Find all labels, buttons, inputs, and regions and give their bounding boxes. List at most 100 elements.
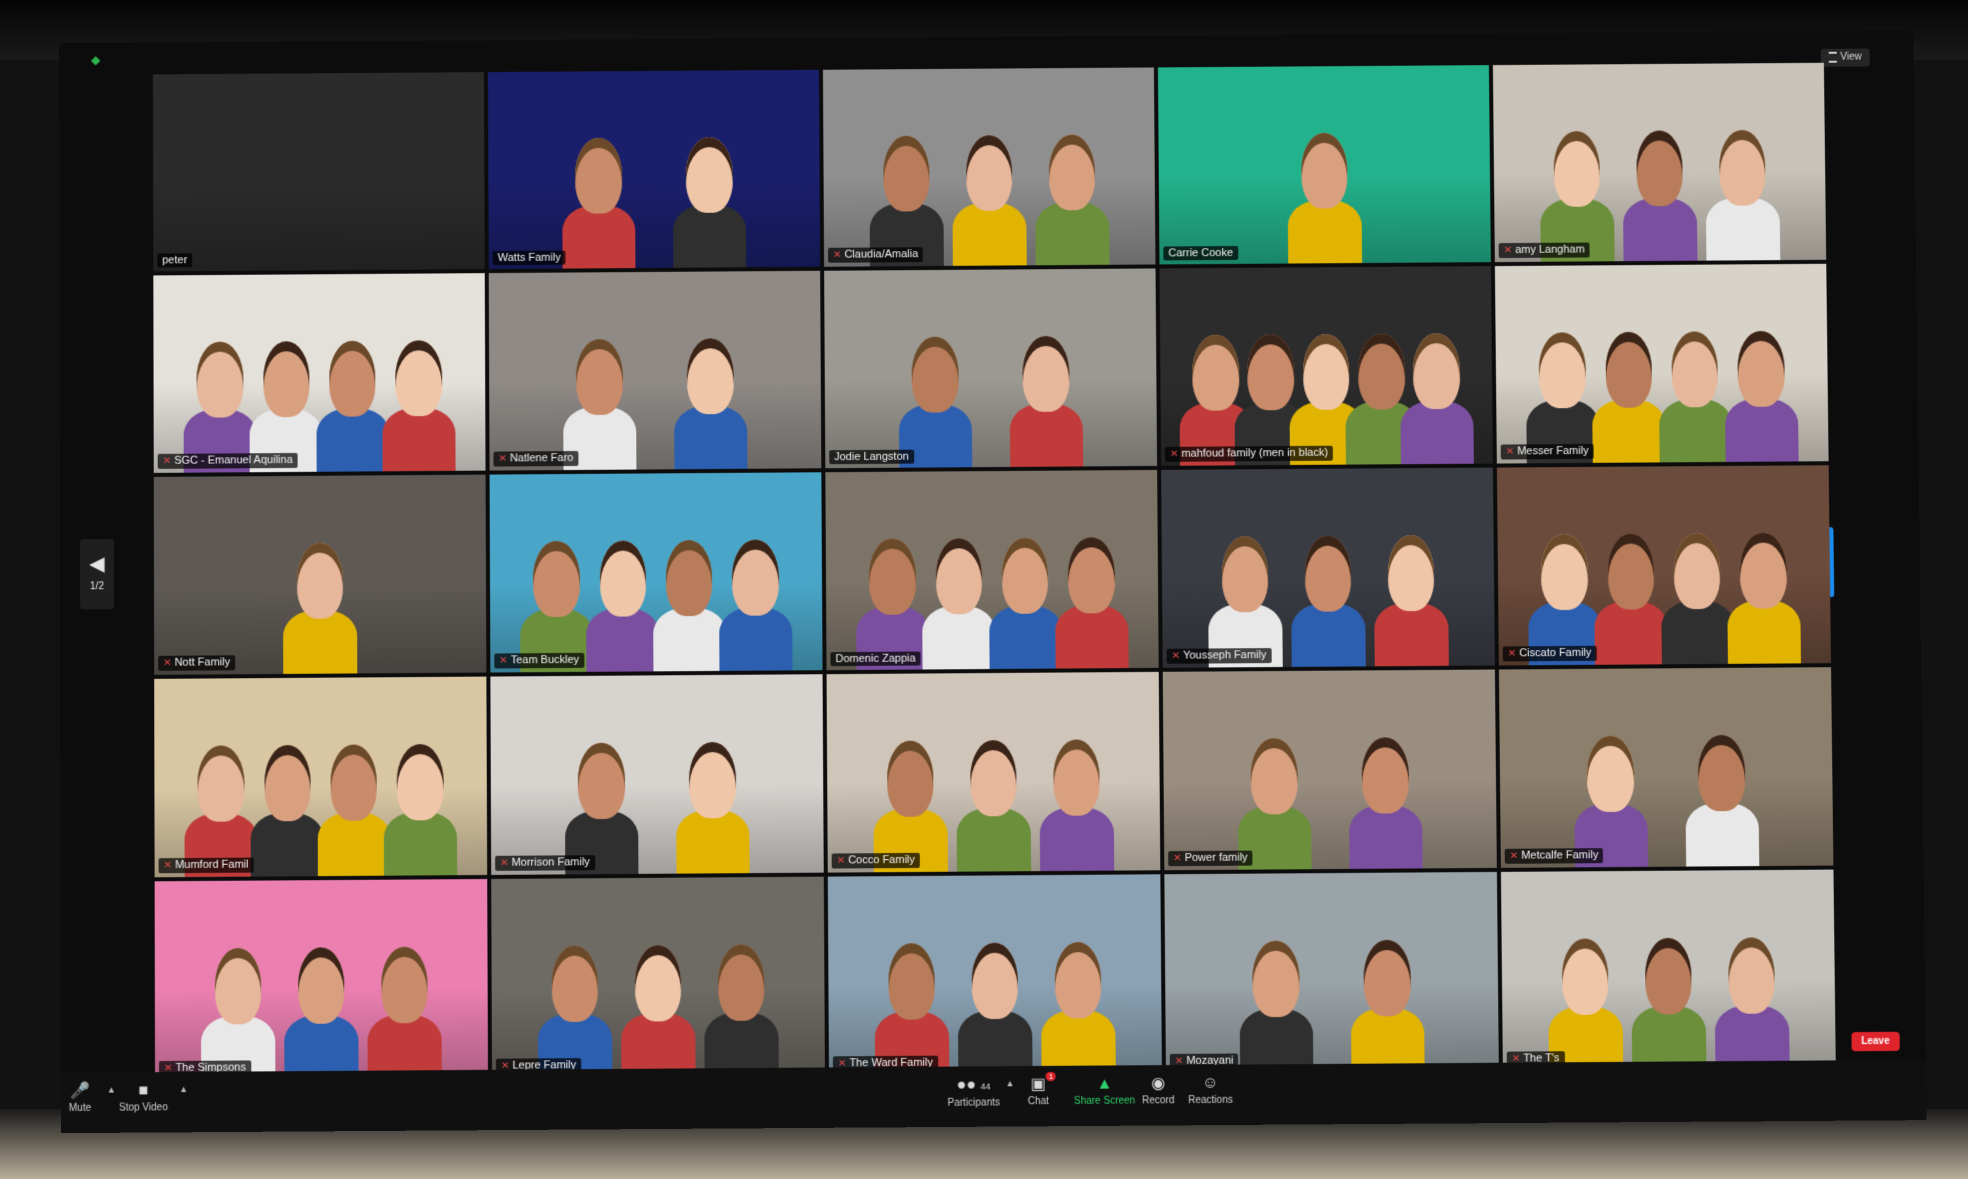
participant-tile[interactable]: Domenic Zappia (825, 469, 1159, 671)
participant-face (1604, 332, 1653, 408)
participant-tile[interactable]: peter (152, 72, 485, 272)
participant-face (1300, 133, 1348, 209)
participant-video (825, 469, 1159, 671)
participant-tile[interactable]: Watts Family (487, 69, 821, 270)
participant-face (1671, 331, 1719, 407)
participant-video (153, 273, 486, 473)
participant-face (1247, 334, 1295, 410)
participant-video (1498, 667, 1834, 868)
mic-muted-icon: ✕ (163, 860, 173, 872)
participant-face (395, 340, 443, 416)
mic-muted-icon: ✕ (163, 657, 172, 669)
participant-face (688, 742, 736, 818)
participant-name-label: ✕ Morrison Family (495, 855, 595, 871)
participant-tile[interactable]: ✕ Messer Family (1494, 263, 1829, 464)
participant-video (1161, 467, 1495, 668)
participant-tile[interactable]: ✕ Cocco Family (826, 671, 1161, 873)
leave-meeting-button[interactable]: Leave (1851, 1031, 1900, 1052)
participants-caret-icon[interactable]: ▲ (1006, 1078, 1015, 1088)
mic-muted-icon: ✕ (1509, 850, 1519, 862)
participant-body (1288, 199, 1362, 264)
gallery-grid-icon (1828, 51, 1837, 63)
participant-face (911, 336, 959, 413)
camera-icon: ■ (138, 1082, 149, 1100)
participant-tile[interactable]: ✕ Claudia/Amalia (822, 67, 1156, 267)
participant-tile[interactable]: ✕ Team Buckley (489, 472, 823, 673)
participant-name-label: ✕ Claudia/Amalia (827, 247, 924, 263)
participant-tile[interactable]: ✕ Yousseph Family (1161, 467, 1495, 668)
participant-body (367, 1014, 442, 1079)
participant-body (1623, 197, 1697, 262)
participant-tile[interactable]: ✕ Mozayani (1164, 871, 1499, 1074)
participant-name-label: ✕ amy Langham (1498, 242, 1590, 259)
mic-muted-icon: ✕ (498, 453, 507, 465)
participant-video (1162, 669, 1497, 871)
people-icon: ●● 44 (956, 1076, 991, 1094)
participant-body (922, 605, 996, 670)
participant-tile[interactable]: ✕ Mumford Famil (154, 676, 488, 878)
participant-tile[interactable]: ✕ Morrison Family (490, 674, 824, 875)
participant-face (1697, 735, 1746, 811)
participant-face (888, 943, 936, 1020)
participant-face (1553, 131, 1601, 207)
participant-tile[interactable]: Carrie Cooke (1157, 65, 1491, 265)
participant-video (1494, 263, 1829, 464)
participant-face (576, 339, 624, 415)
participant-tile[interactable]: ✕ amy Langham (1492, 62, 1827, 263)
participant-face (296, 542, 344, 619)
share-screen-button[interactable]: ▲ Share Screen (1074, 1073, 1135, 1107)
audio-options-caret-icon[interactable]: ▲ (107, 1084, 116, 1094)
reactions-button[interactable]: ☺ Reactions (1188, 1073, 1233, 1106)
participant-tile[interactable]: ✕ The Ward Family (827, 874, 1162, 1076)
participant-tile[interactable]: ✕ SGC - Emanuel Aquilina (153, 273, 486, 473)
mic-muted-icon: ✕ (499, 655, 508, 667)
participant-face (1587, 735, 1635, 812)
participant-name-label: Domenic Zappia (830, 651, 921, 667)
participant-body (1706, 197, 1780, 261)
participant-body (1658, 398, 1733, 463)
participant-name-label: ✕ Metcalfe Family (1504, 848, 1604, 864)
chat-button[interactable]: ▣ 1 Chat (1028, 1071, 1057, 1107)
participant-body (562, 204, 636, 269)
participant-body (250, 812, 325, 877)
encryption-shield-icon[interactable]: ◆ (91, 53, 103, 67)
previous-page-button[interactable]: ◀ 1/2 (79, 539, 115, 610)
participant-tile[interactable]: ✕ mahfoud family (men in black) (1159, 266, 1493, 466)
video-options-caret-icon[interactable]: ▲ (179, 1084, 188, 1094)
arrow-left-icon: ◀ (89, 553, 105, 576)
mic-muted-icon: ✕ (1507, 648, 1517, 660)
mic-muted-icon: ✕ (1503, 245, 1513, 257)
participant-body (1239, 1008, 1314, 1073)
participant-face (1413, 333, 1461, 409)
participant-body (719, 607, 793, 671)
participant-face (1739, 532, 1788, 609)
participant-body (621, 1012, 696, 1077)
participant-name-label: ✕ Yousseph Family (1166, 648, 1272, 664)
participant-tile[interactable]: ✕ Metcalfe Family (1498, 667, 1834, 868)
participant-tile[interactable]: ✕ Power family (1162, 669, 1497, 871)
participant-face (1192, 334, 1240, 411)
participant-face (532, 541, 580, 617)
record-button[interactable]: ◉ Record (1142, 1073, 1174, 1106)
participant-tile[interactable]: Jodie Langston (824, 268, 1158, 469)
participant-face (1718, 130, 1766, 206)
participant-tile[interactable]: ✕ The Simpsons (154, 878, 489, 1081)
participant-face (1561, 938, 1609, 1015)
participant-tile[interactable]: ✕ The T's (1500, 869, 1836, 1071)
participant-video (824, 268, 1158, 469)
participant-video (1159, 266, 1493, 466)
participant-tile[interactable]: ✕ Ciscato Family (1496, 465, 1832, 666)
participant-body (1291, 603, 1366, 667)
view-button[interactable]: View (1820, 48, 1870, 67)
participant-face (868, 538, 916, 615)
participant-tile[interactable]: ✕ Natlene Faro (488, 270, 822, 471)
participant-video (1164, 871, 1499, 1074)
participants-button[interactable]: ●● 44 Participants (947, 1074, 999, 1108)
participant-tile[interactable]: ✕ Nott Family (153, 474, 487, 675)
mic-muted-icon: ✕ (1173, 853, 1182, 865)
mute-button[interactable]: 🎤 Mute (69, 1081, 91, 1114)
participant-face (1302, 334, 1350, 410)
stop-video-button[interactable]: ■ Stop Video (119, 1080, 168, 1113)
participant-tile[interactable]: ✕ Lepre Family (491, 876, 825, 1078)
participant-face (1538, 332, 1586, 408)
